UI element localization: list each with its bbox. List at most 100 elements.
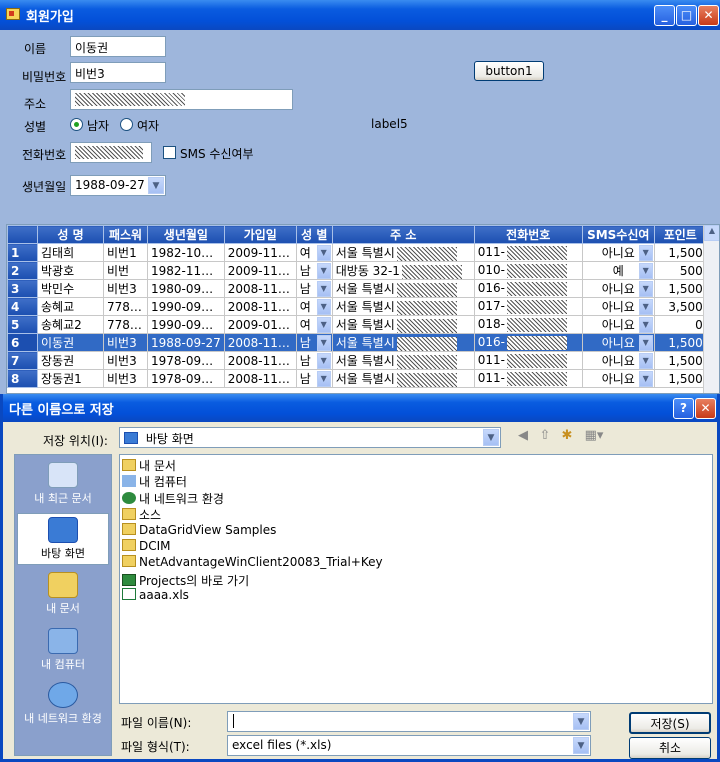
- chevron-down-icon[interactable]: ▼: [316, 353, 331, 369]
- gender-female-radio[interactable]: [120, 118, 133, 131]
- grid-cell-n[interactable]: 1: [7, 243, 38, 262]
- grid-cell-tel[interactable]: 010-: [473, 261, 583, 280]
- chevron-down-icon[interactable]: ▼: [148, 177, 164, 194]
- back-icon[interactable]: ◀: [513, 426, 533, 446]
- gender-male-radio[interactable]: [70, 118, 83, 131]
- grid-cell-pt[interactable]: 1,500: [653, 333, 707, 352]
- grid-cell-addr[interactable]: 서울 특별시: [331, 297, 475, 316]
- minimize-button[interactable]: _: [654, 5, 675, 26]
- grid-cell-n[interactable]: 2: [7, 261, 38, 280]
- grid-cell-join[interactable]: 2008-11…: [223, 351, 297, 370]
- grid-cell-addr[interactable]: 서울 특별시: [331, 351, 475, 370]
- grid-cell-addr[interactable]: 서울 특별시: [331, 279, 475, 298]
- file-item[interactable]: 내 네트워크 환경: [122, 490, 224, 506]
- grid-cell-birth[interactable]: 1980-09…: [147, 279, 225, 298]
- grid-cell-addr[interactable]: 서울 특별시: [331, 315, 475, 334]
- grid-cell-pt[interactable]: 500: [653, 261, 707, 280]
- grid-cell-join[interactable]: 2008-11…: [223, 279, 297, 298]
- grid-cell-tel[interactable]: 011-: [473, 243, 583, 262]
- button1[interactable]: button1: [474, 61, 544, 81]
- grid-cell-sex[interactable]: 여 ▼: [295, 297, 333, 316]
- grid-cell-pw[interactable]: 778…: [103, 315, 148, 334]
- grid-cell-sex[interactable]: 남 ▼: [295, 261, 333, 280]
- grid-cell-birth[interactable]: 1990-09…: [147, 315, 225, 334]
- grid-cell-sms[interactable]: 아니요 ▼: [581, 279, 655, 298]
- dialog-close-button[interactable]: ✕: [695, 398, 716, 419]
- grid-cell-pw[interactable]: 비번3: [103, 279, 148, 298]
- grid-cell-name[interactable]: 송혜교: [37, 297, 104, 316]
- grid-cell-tel[interactable]: 011-: [473, 369, 583, 388]
- chevron-down-icon[interactable]: ▼: [573, 713, 589, 730]
- grid-cell-sex[interactable]: 남 ▼: [295, 351, 333, 370]
- grid-cell-birth[interactable]: 1982-11…: [147, 261, 225, 280]
- file-item[interactable]: DCIM: [122, 539, 171, 555]
- grid-cell-tel[interactable]: 017-: [473, 297, 583, 316]
- grid-cell-pt[interactable]: 0: [653, 315, 707, 334]
- chevron-down-icon[interactable]: ▼: [316, 317, 331, 333]
- grid-cell-addr[interactable]: 서울 특별시: [331, 243, 475, 262]
- new-folder-icon[interactable]: ✱: [557, 426, 577, 446]
- dialog-titlebar[interactable]: 다른 이름으로 저장 ? ✕: [3, 394, 717, 422]
- grid-cell-pw[interactable]: 비번3: [103, 333, 148, 352]
- chevron-down-icon[interactable]: ▼: [638, 281, 653, 297]
- place-network[interactable]: 내 네트워크 환경: [15, 679, 111, 731]
- column-header[interactable]: 성 별: [295, 225, 333, 244]
- grid-cell-addr[interactable]: 서울 특별시: [331, 369, 475, 388]
- save-button[interactable]: 저장(S): [629, 712, 711, 734]
- grid-cell-sex[interactable]: 남 ▼: [295, 279, 333, 298]
- grid-cell-name[interactable]: 송혜교2: [37, 315, 104, 334]
- table-row[interactable]: 1 김태희 비번1 1982-10… 2009-11… 여 ▼ 서울 특별시 011- 아니요 ▼ 1…: [7, 243, 707, 262]
- grid-cell-sex[interactable]: 여 ▼: [295, 243, 333, 262]
- column-header[interactable]: SMS수신여: [581, 225, 655, 244]
- grid-cell-tel[interactable]: 011-: [473, 351, 583, 370]
- chevron-down-icon[interactable]: ▼: [316, 335, 331, 351]
- table-row[interactable]: 4 송혜교 778… 1990-09… 2008-11… 여 ▼ 서울 특별시 017- 아니요 ▼…: [7, 297, 707, 316]
- help-button[interactable]: ?: [673, 398, 694, 419]
- column-header[interactable]: 주 소: [331, 225, 475, 244]
- file-item[interactable]: NetAdvantageWinClient20083_Trial+Key: [122, 555, 383, 571]
- file-item[interactable]: Projects의 바로 가기: [122, 572, 249, 588]
- name-field[interactable]: 이동권: [70, 36, 166, 57]
- filename-input[interactable]: ​ ▼: [227, 711, 591, 732]
- chevron-down-icon[interactable]: ▼: [638, 263, 653, 279]
- chevron-down-icon[interactable]: ▼: [638, 335, 653, 351]
- grid-cell-n[interactable]: 4: [7, 297, 38, 316]
- grid-cell-pw[interactable]: 778…: [103, 297, 148, 316]
- grid-cell-n[interactable]: 5: [7, 315, 38, 334]
- column-header[interactable]: 생년월일: [147, 225, 225, 244]
- column-header[interactable]: 패스워: [103, 225, 148, 244]
- grid-cell-sms[interactable]: 아니요 ▼: [581, 297, 655, 316]
- grid-cell-name[interactable]: 김태희: [37, 243, 104, 262]
- grid-cell-tel[interactable]: 016-: [473, 279, 583, 298]
- grid-cell-tel[interactable]: 016-: [473, 333, 583, 352]
- grid-cell-sex[interactable]: 여 ▼: [295, 315, 333, 334]
- grid-cell-birth[interactable]: 1990-09…: [147, 297, 225, 316]
- grid-cell-birth[interactable]: 1988-09-27: [147, 333, 225, 352]
- phone-field[interactable]: [70, 142, 152, 163]
- column-header[interactable]: 성 명: [37, 225, 104, 244]
- main-titlebar[interactable]: 회원가입 _ □ ✕: [0, 0, 720, 30]
- file-item[interactable]: DataGridView Samples: [122, 522, 276, 539]
- grid-cell-n[interactable]: 7: [7, 351, 38, 370]
- chevron-down-icon[interactable]: ▼: [573, 737, 589, 754]
- password-field[interactable]: 비번3: [70, 62, 166, 83]
- grid-cell-name[interactable]: 이동권: [37, 333, 104, 352]
- column-header[interactable]: 포인트: [653, 225, 707, 244]
- file-list[interactable]: 내 문서 내 컴퓨터 내 네트워크 환경 소스 DataGridView Samples…: [119, 454, 713, 704]
- grid-cell-pw[interactable]: 비번1: [103, 243, 148, 262]
- grid-cell-pt[interactable]: 1,500: [653, 279, 707, 298]
- grid-cell-pt[interactable]: 1,500: [653, 369, 707, 388]
- grid-cell-name[interactable]: 박광호: [37, 261, 104, 280]
- column-header[interactable]: 가입일: [223, 225, 297, 244]
- grid-cell-birth[interactable]: 1978-09…: [147, 351, 225, 370]
- grid-cell-join[interactable]: 2009-11…: [223, 243, 297, 262]
- place-my-documents[interactable]: 내 문서: [17, 569, 109, 621]
- grid-cell-sms[interactable]: 아니요 ▼: [581, 315, 655, 334]
- grid-cell-sex[interactable]: 남 ▼: [295, 333, 333, 352]
- grid-cell-name[interactable]: 장동권1: [37, 369, 104, 388]
- up-folder-icon[interactable]: ⇧: [535, 426, 555, 446]
- member-data-grid[interactable]: 성 명 패스워 생년월일 가입일 성 별 주 소 전화번호 SMS수신여 포인트…: [6, 224, 720, 394]
- grid-cell-addr[interactable]: 서울 특별시: [331, 333, 475, 352]
- grid-cell-pt[interactable]: 3,500: [653, 297, 707, 316]
- file-item[interactable]: 소스: [122, 506, 161, 522]
